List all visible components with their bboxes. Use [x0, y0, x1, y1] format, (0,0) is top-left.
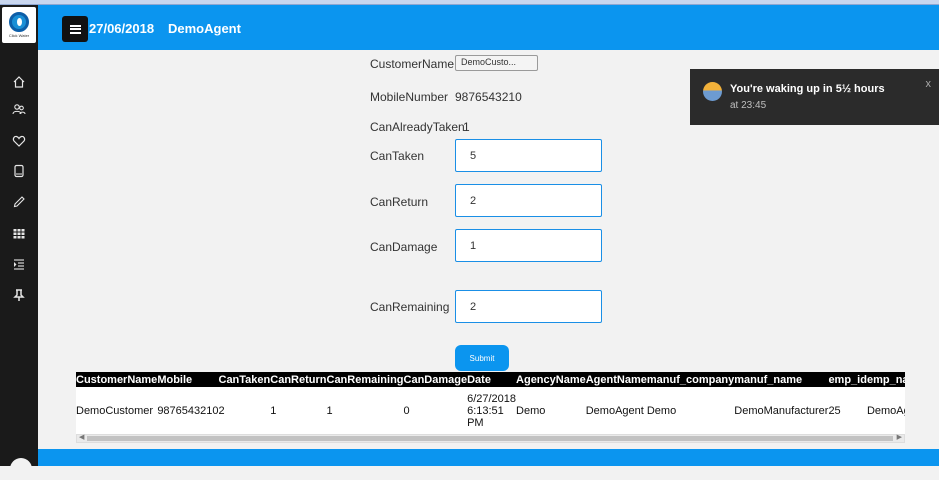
column-header[interactable]: CustomerName	[76, 372, 157, 387]
records-table-container: CustomerName Mobile CanTaken CanReturn C…	[76, 372, 905, 434]
column-header[interactable]: Date	[467, 372, 516, 387]
table-cell: DemoAgent	[866, 387, 905, 434]
can-already-taken-value: 1	[463, 120, 470, 134]
column-header[interactable]: manuf_company	[647, 372, 734, 387]
menu-toggle-button[interactable]	[62, 16, 88, 42]
column-header[interactable]: AgentName	[586, 372, 647, 387]
table-cell: 25	[828, 387, 867, 434]
grid-icon[interactable]	[0, 224, 38, 242]
column-header[interactable]: CanDamage	[404, 372, 468, 387]
notification-title: You're waking up in 5½ hours	[730, 83, 885, 95]
can-damage-input[interactable]: 1	[455, 229, 602, 262]
pin-icon[interactable]	[0, 286, 38, 304]
tablet-icon[interactable]	[0, 162, 38, 180]
users-icon[interactable]	[0, 100, 38, 118]
customer-name-select[interactable]: DemoCusto...	[455, 55, 538, 71]
header-date: 27/06/2018	[89, 21, 155, 36]
table-cell: 9876543210	[157, 387, 219, 434]
bottom-bar	[38, 449, 939, 466]
column-header[interactable]: emp_id	[828, 372, 867, 387]
notification-toast[interactable]: You're waking up in 5½ hours at 23:45 x	[690, 69, 939, 125]
notification-close-button[interactable]: x	[926, 78, 932, 90]
app-logo[interactable]: Click Water	[2, 7, 36, 43]
can-remaining-input[interactable]: 2	[455, 290, 602, 323]
pencil-icon[interactable]	[0, 193, 38, 211]
sunrise-icon	[703, 82, 722, 101]
column-header[interactable]: AgencyName	[516, 372, 586, 387]
hamburger-icon	[69, 24, 81, 34]
table-cell: DemoCustomer	[76, 387, 158, 434]
table-cell: 2	[218, 387, 271, 434]
table-cell: 6/27/2018 6:13:51 PM	[467, 387, 517, 434]
logo-text: Click Water	[8, 33, 30, 38]
home-icon[interactable]	[0, 73, 38, 91]
can-already-taken-label: CanAlreadyTaken	[370, 120, 465, 134]
scroll-left-arrow-icon[interactable]: ◀	[79, 433, 84, 441]
column-header[interactable]: emp_name	[867, 372, 905, 387]
can-damage-label: CanDamage	[370, 240, 438, 254]
submit-button[interactable]: Submit	[455, 345, 509, 371]
table-cell: 1	[270, 387, 327, 434]
top-header-bar: 27/06/2018 DemoAgent	[38, 5, 939, 50]
can-taken-label: CanTaken	[370, 149, 425, 163]
sidebar: Click Water	[0, 5, 38, 466]
scroll-right-arrow-icon[interactable]: ▶	[897, 433, 902, 441]
table-row[interactable]: DemoCustomer 9876543210 2 1 1 0 6/27/201…	[76, 387, 905, 434]
table-header-row: CustomerName Mobile CanTaken CanReturn C…	[76, 372, 905, 387]
can-return-label: CanReturn	[370, 195, 429, 209]
column-header[interactable]: CanTaken	[219, 372, 271, 387]
can-remaining-label: CanRemaining	[370, 300, 450, 314]
table-cell: 1	[326, 387, 404, 434]
customer-name-label: CustomerName	[370, 57, 455, 71]
mobile-number-value: 9876543210	[455, 90, 522, 104]
notification-time: at 23:45	[730, 100, 767, 111]
column-header[interactable]: Mobile	[157, 372, 218, 387]
can-taken-input[interactable]: 5	[455, 139, 602, 172]
column-header[interactable]: manuf_name	[734, 372, 828, 387]
records-table: CustomerName Mobile CanTaken CanReturn C…	[76, 372, 905, 434]
table-cell: 0	[403, 387, 468, 434]
can-return-input[interactable]: 2	[455, 184, 602, 217]
table-cell: Demo	[646, 387, 735, 434]
water-drop-icon	[9, 12, 29, 32]
heart-icon[interactable]	[0, 132, 38, 150]
mobile-number-label: MobileNumber	[370, 90, 449, 104]
header-agent-name: DemoAgent	[168, 21, 241, 36]
table-cell: Demo	[516, 387, 586, 434]
floating-round-button[interactable]	[10, 458, 32, 480]
table-cell: DemoManufacturer	[734, 387, 829, 434]
table-cell: DemoAgent	[585, 387, 647, 434]
indent-icon[interactable]	[0, 255, 38, 273]
horizontal-scrollbar[interactable]: ◀ ▶	[76, 434, 905, 443]
column-header[interactable]: CanRemaining	[327, 372, 404, 387]
scrollbar-thumb[interactable]	[87, 436, 893, 441]
column-header[interactable]: CanReturn	[270, 372, 326, 387]
